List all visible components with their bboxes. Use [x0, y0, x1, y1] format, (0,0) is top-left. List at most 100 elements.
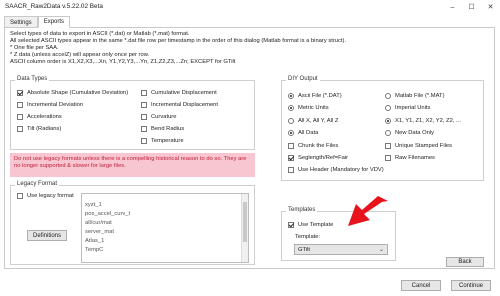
- checkbox-box[interactable]: [141, 90, 147, 96]
- data-types-title: Data Types: [15, 76, 50, 82]
- checkbox-use-template[interactable]: Use Template: [288, 222, 333, 228]
- red-arrow-icon: [348, 196, 388, 226]
- radio-label: All X, All Y, All Z: [298, 118, 339, 124]
- radio-label: X1, Y1, Z1, X2, Y2, Z2, ...: [395, 118, 461, 124]
- list-item[interactable]: server_mat: [85, 229, 114, 235]
- template-select[interactable]: GTilt ⌄: [294, 244, 388, 255]
- checkbox-label: Raw Filenames: [395, 155, 435, 161]
- radio-all-xyz[interactable]: All X, All Y, All Z: [288, 118, 338, 124]
- legacy-warning: Do not use legacy formats unless there i…: [10, 153, 255, 177]
- minimize-button[interactable]: –: [443, 0, 462, 14]
- tab-exports[interactable]: Exports: [37, 16, 71, 28]
- data-types-group: Data Types Absolute Shape (Cumulative De…: [10, 76, 255, 150]
- list-item[interactable]: pos_accel_curv_t: [85, 211, 130, 217]
- checkbox-temperature[interactable]: Temperature: [141, 138, 184, 144]
- checkbox-cumulative-displacement[interactable]: Cumulative Displacement: [141, 90, 217, 96]
- radio-label: All Data: [298, 130, 319, 136]
- radio-dot[interactable]: [288, 118, 294, 124]
- scrollbar-thumb[interactable]: [243, 202, 247, 242]
- radio-all-data[interactable]: All Data: [288, 130, 318, 136]
- radio-dot[interactable]: [385, 130, 391, 136]
- checkbox-seglength[interactable]: Seglength/Ref=Fair: [288, 155, 348, 161]
- checkbox-box[interactable]: [141, 102, 147, 108]
- checkbox-label: Bend Radius: [151, 126, 185, 132]
- radio-metric-units[interactable]: Metric Units: [288, 105, 329, 111]
- checkbox-label: Chunk the Files: [298, 143, 339, 149]
- close-button[interactable]: ✕: [481, 0, 500, 14]
- radio-label: Matlab File (*.MAT): [395, 93, 445, 99]
- description-line: ASCII column order is X1,X2,X3,...Xn, Y1…: [10, 59, 236, 65]
- checkbox-box[interactable]: [17, 102, 23, 108]
- window-title: SAACR_Raw2Data v.5.22.02 Beta: [5, 3, 103, 10]
- radio-dot[interactable]: [385, 105, 391, 111]
- checkbox-raw-filenames[interactable]: Raw Filenames: [385, 155, 435, 161]
- checkbox-tilt[interactable]: Tilt (Radians): [17, 126, 61, 132]
- checkbox-use-header[interactable]: Use Header (Mandatory for VDV): [288, 167, 384, 173]
- legacy-format-list[interactable]: xyzt_1 pos_accel_curv_t all/cur/mat serv…: [81, 193, 249, 263]
- checkbox-label: Accelerations: [27, 114, 62, 120]
- radio-label: Ascii File (*.DAT): [298, 93, 342, 99]
- checkbox-box[interactable]: [141, 138, 147, 144]
- list-scrollbar[interactable]: [241, 194, 248, 262]
- checkbox-box[interactable]: [288, 143, 294, 149]
- list-item[interactable]: all/cur/mat: [85, 220, 112, 226]
- radio-ascii-file[interactable]: Ascii File (*.DAT): [288, 93, 342, 99]
- checkbox-box[interactable]: [141, 126, 147, 132]
- checkbox-label: Incremental Deviation: [27, 102, 84, 108]
- definitions-button[interactable]: Definitions: [27, 230, 67, 241]
- checkbox-label: Temperature: [151, 138, 184, 144]
- maximize-button[interactable]: ☐: [462, 0, 481, 14]
- list-item[interactable]: Atlas_1: [85, 238, 104, 244]
- radio-dot[interactable]: [288, 93, 294, 99]
- checkbox-absolute-shape[interactable]: Absolute Shape (Cumulative Deviation): [17, 90, 128, 96]
- checkbox-curvature[interactable]: Curvature: [141, 114, 176, 120]
- checkbox-incremental-deviation[interactable]: Incremental Deviation: [17, 102, 83, 108]
- template-select-value: GTilt: [298, 246, 311, 253]
- checkbox-label: Use legacy format: [27, 193, 74, 199]
- checkbox-label: Use Header (Mandatory for VDV): [298, 167, 384, 173]
- checkbox-box[interactable]: [288, 155, 294, 161]
- radio-matlab-file[interactable]: Matlab File (*.MAT): [385, 93, 445, 99]
- checkbox-label: Unique Stamped Files: [395, 143, 453, 149]
- checkbox-accelerations[interactable]: Accelerations: [17, 114, 62, 120]
- checkbox-box[interactable]: [385, 143, 391, 149]
- checkbox-box[interactable]: [141, 114, 147, 120]
- checkbox-label: Absolute Shape (Cumulative Deviation): [27, 90, 129, 96]
- checkbox-bend-radius[interactable]: Bend Radius: [141, 126, 184, 132]
- radio-dot[interactable]: [385, 118, 391, 124]
- list-item[interactable]: xyzt_1: [85, 202, 102, 208]
- checkbox-box[interactable]: [385, 155, 391, 161]
- radio-label: Imperial Units: [395, 105, 431, 111]
- checkbox-label: Curvature: [151, 114, 177, 120]
- description-line: Select types of data to export in ASCII …: [10, 31, 190, 37]
- red-arrow-shape: [348, 196, 388, 226]
- diy-output-title: DIY Output: [286, 76, 320, 82]
- checkbox-unique-stamped[interactable]: Unique Stamped Files: [385, 143, 452, 149]
- checkbox-box[interactable]: [288, 222, 294, 228]
- back-button[interactable]: Back: [446, 257, 484, 267]
- checkbox-box[interactable]: [17, 126, 23, 132]
- checkbox-box[interactable]: [17, 90, 23, 96]
- checkbox-box[interactable]: [17, 114, 23, 120]
- list-item[interactable]: TempC: [85, 247, 103, 253]
- description-line: * Z data (unless accelZ) will appear onl…: [10, 52, 150, 58]
- description-text: Select types of data to export in ASCII …: [10, 31, 346, 66]
- checkbox-use-legacy[interactable]: Use legacy format: [17, 193, 74, 199]
- radio-dot[interactable]: [385, 93, 391, 99]
- radio-dot[interactable]: [288, 130, 294, 136]
- checkbox-label: Cumulative Displacement: [151, 90, 217, 96]
- checkbox-chunk-files[interactable]: Chunk the Files: [288, 143, 338, 149]
- checkbox-incremental-displacement[interactable]: Incremental Displacement: [141, 102, 218, 108]
- radio-label: New Data Only: [395, 130, 434, 136]
- templates-title: Templates: [286, 207, 318, 213]
- checkbox-box[interactable]: [288, 167, 294, 173]
- chevron-down-icon: ⌄: [378, 247, 384, 253]
- title-bar: SAACR_Raw2Data v.5.22.02 Beta – ☐ ✕: [0, 0, 500, 14]
- checkbox-box[interactable]: [17, 193, 23, 199]
- continue-button[interactable]: Continue: [451, 280, 491, 291]
- cancel-button[interactable]: Cancel: [401, 280, 441, 291]
- radio-new-data-only[interactable]: New Data Only: [385, 130, 434, 136]
- radio-imperial-units[interactable]: Imperial Units: [385, 105, 430, 111]
- radio-dot[interactable]: [288, 105, 294, 111]
- radio-interleaved-xyz[interactable]: X1, Y1, Z1, X2, Y2, Z2, ...: [385, 118, 461, 124]
